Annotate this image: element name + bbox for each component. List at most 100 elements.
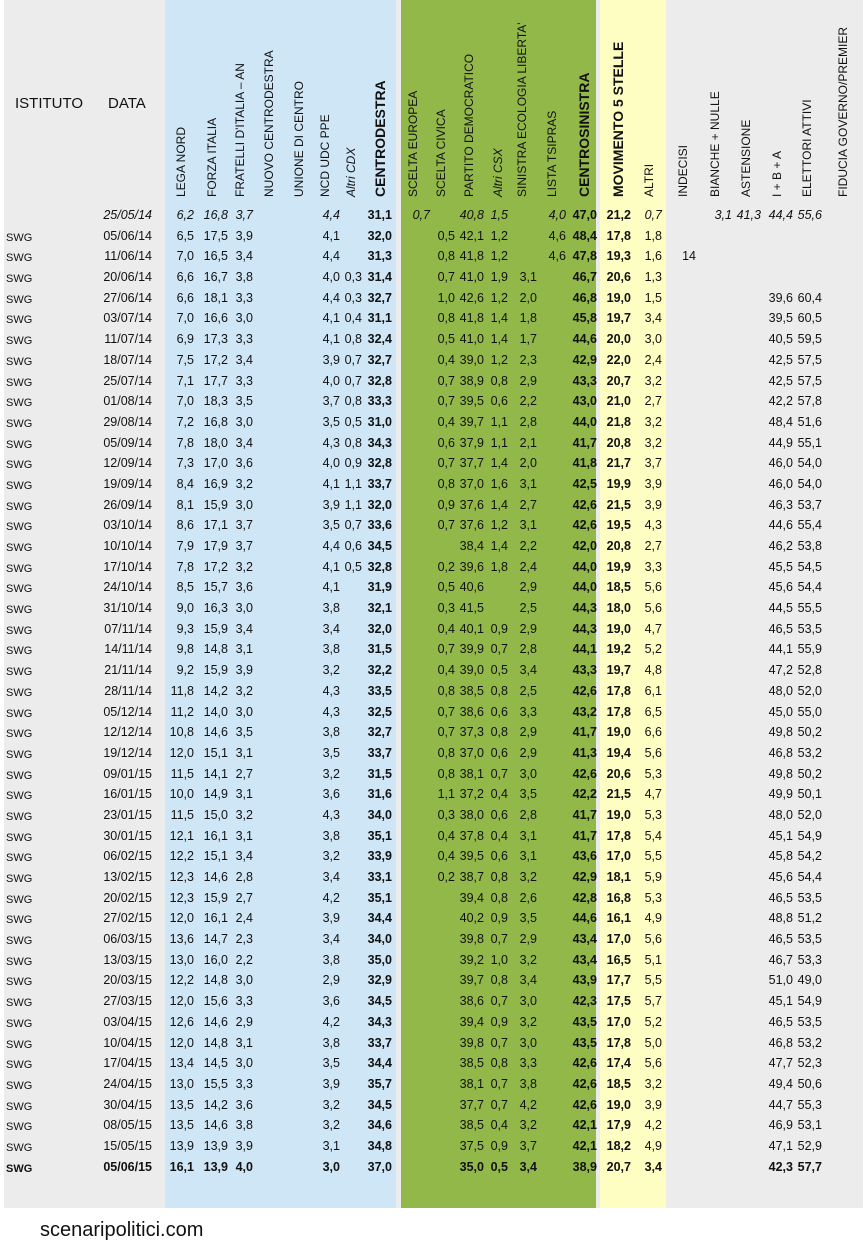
cell-date: 03/07/14: [103, 311, 152, 326]
cell-value: 0,7: [412, 208, 430, 222]
cell-value: 33,6: [367, 518, 392, 533]
cell-value: 32,9: [367, 973, 392, 988]
cell-value: 3,5: [322, 745, 340, 760]
cell-value: 15,9: [203, 497, 228, 512]
cell-istituto: SWG: [6, 500, 33, 513]
cell-value: 50,2: [797, 725, 822, 740]
cell-value: 3,6: [235, 456, 253, 471]
table-row: SWG 20/06/14 6,6 16,7 3,8 4,0 0,3 31,4 0,7 41,0 1,…: [0, 267, 867, 288]
cell-value: 3,1: [235, 828, 253, 843]
table-row: SWG 27/06/14 6,6 18,1 3,3 4,4 0,3 32,7 1,0 42,6 1,…: [0, 288, 867, 309]
cell-value: 37,6: [459, 518, 484, 533]
cell-value: 19,7: [606, 311, 631, 326]
cell-value: 3,9: [322, 352, 340, 367]
cell-value: 32,0: [367, 228, 392, 243]
table-row: SWG 13/02/15 12,3 14,6 2,8 3,4 33,1 0,2 38,7 0,8 3…: [0, 867, 867, 888]
cell-value: 43,6: [572, 849, 597, 864]
cell-istituto: SWG: [6, 604, 33, 617]
cell-value: 17,7: [203, 373, 228, 388]
cell-value: 12,0: [169, 745, 194, 760]
cell-value: 3,7: [644, 456, 662, 471]
cell-value: 54,0: [797, 476, 822, 491]
column-header: SINISTRA ECOLOGIA LIBERTA': [515, 22, 529, 197]
cell-value: 50,1: [797, 787, 822, 802]
cell-value: 33,3: [367, 394, 392, 409]
cell-value: 7,8: [176, 559, 194, 574]
cell-value: 0,8: [437, 766, 455, 781]
cell-date: 20/02/15: [103, 890, 152, 905]
cell-value: 5,6: [644, 580, 662, 595]
cell-value: 17,0: [606, 849, 631, 864]
cell-value: 3,7: [235, 518, 253, 533]
column-header: Altri CDX: [344, 147, 358, 197]
cell-value: 3,4: [235, 249, 253, 264]
cell-value: 47,1: [768, 1138, 793, 1153]
cell-value: 55,5: [797, 601, 822, 616]
cell-value: 13,9: [169, 1138, 194, 1153]
cell-value: 0,7: [437, 456, 455, 471]
cell-value: 4,0: [322, 456, 340, 471]
cell-date: 05/09/14: [103, 435, 152, 450]
table-row: SWG 16/01/15 10,0 14,9 3,1 3,6 31,6 1,1 37,2 0,4 3…: [0, 784, 867, 805]
cell-value: 2,7: [235, 890, 253, 905]
cell-date: 06/03/15: [103, 932, 152, 947]
cell-value: 44,0: [572, 414, 597, 429]
cell-value: 3,0: [235, 704, 253, 719]
cell-value: 31,5: [367, 766, 392, 781]
cell-istituto: SWG: [6, 666, 33, 679]
cell-value: 33,7: [367, 476, 392, 491]
cell-value: 5,6: [644, 601, 662, 616]
cell-value: 3,9: [644, 476, 662, 491]
cell-value: 42,1: [572, 1118, 597, 1133]
cell-value: 17,8: [606, 704, 631, 719]
cell-value: 3,6: [235, 1097, 253, 1112]
cell-value: 39,4: [459, 1014, 484, 1029]
table-row: SWG 10/10/14 7,9 17,9 3,7 4,4 0,6 34,5 38,4 1,4 2,…: [0, 536, 867, 557]
cell-value: 6,1: [644, 683, 662, 698]
cell-value: 1,4: [490, 456, 508, 471]
cell-value: 0,8: [437, 311, 455, 326]
cell-value: 3,4: [644, 1159, 662, 1174]
cell-value: 19,0: [606, 725, 631, 740]
cell-value: 3,9: [235, 663, 253, 678]
cell-value: 15,0: [203, 807, 228, 822]
cell-istituto: SWG: [6, 521, 33, 534]
cell-value: 3,5: [322, 518, 340, 533]
table-row: SWG 15/05/15 13,9 13,9 3,9 3,1 34,8 37,5 0,9 3,7 4…: [0, 1136, 867, 1157]
cell-value: 38,9: [572, 1159, 597, 1174]
cell-istituto: SWG: [6, 273, 33, 286]
cell-date: 27/02/15: [103, 911, 152, 926]
cell-value: 7,3: [176, 456, 194, 471]
cell-value: 35,7: [367, 1076, 392, 1091]
cell-value: 38,5: [459, 1056, 484, 1071]
cell-value: 3,2: [322, 1118, 340, 1133]
cell-value: 4,9: [644, 911, 662, 926]
cell-value: 0,4: [490, 828, 508, 843]
cell-value: 43,2: [572, 704, 597, 719]
cell-value: 5,7: [644, 994, 662, 1009]
cell-value: 2,0: [519, 290, 537, 305]
cell-value: 3,4: [519, 1159, 537, 1174]
cell-value: 15,9: [203, 890, 228, 905]
cell-value: 20,6: [606, 766, 631, 781]
cell-value: 3,8: [235, 1118, 253, 1133]
cell-value: 39,2: [459, 952, 484, 967]
cell-value: 39,4: [459, 890, 484, 905]
cell-value: 0,8: [344, 435, 362, 450]
table-row: SWG 28/11/14 11,8 14,2 3,2 4,3 33,5 0,8 38,5 0,8 2…: [0, 681, 867, 702]
column-header: CENTROSINISTRA: [576, 72, 592, 197]
cell-istituto: SWG: [6, 293, 33, 306]
cell-value: 51,0: [768, 973, 793, 988]
cell-date: 19/09/14: [103, 476, 152, 491]
cell-istituto: SWG: [6, 1038, 33, 1051]
cell-istituto: SWG: [6, 852, 33, 865]
cell-value: 8,6: [176, 518, 194, 533]
cell-value: 46,2: [768, 539, 793, 553]
cell-value: 4,1: [322, 580, 340, 595]
cell-value: 55,3: [797, 1097, 822, 1112]
cell-value: 1,1: [344, 497, 362, 512]
cell-value: 3,1: [519, 270, 537, 285]
cell-value: 5,4: [644, 828, 662, 843]
column-header: LISTA TSIPRAS: [545, 110, 559, 197]
cell-value: 44,0: [572, 580, 597, 595]
